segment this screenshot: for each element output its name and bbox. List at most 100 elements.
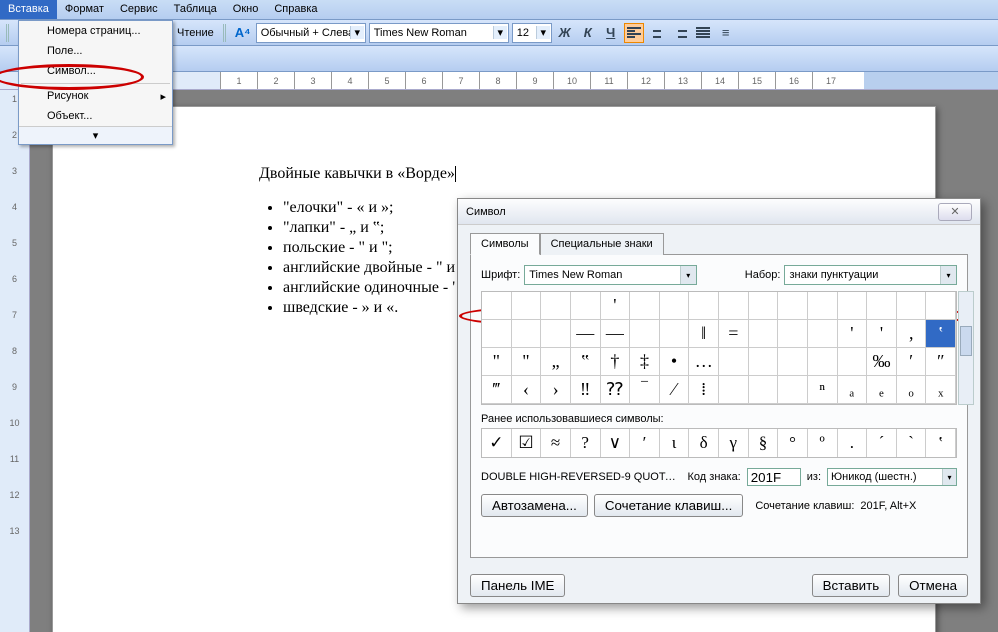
grid-scrollbar[interactable] [958,291,974,405]
symbol-cell[interactable] [541,292,571,320]
symbol-cell[interactable]: ₒ [897,376,927,404]
symbol-cell[interactable]: ‛ [926,320,956,348]
symbol-cell[interactable]: ⁇ [601,376,631,404]
symbol-cell[interactable]: ₑ [867,376,897,404]
symbol-cell[interactable]: • [660,348,690,376]
cancel-button[interactable]: Отмена [898,574,968,597]
autocorrect-button[interactable]: Автозамена... [481,494,588,517]
font-combo[interactable]: Times New Roman▾ [524,265,697,285]
symbol-cell[interactable]: ″ [926,348,956,376]
chevron-down-icon[interactable]: ▾ [536,26,550,39]
align-right-button[interactable] [670,23,690,43]
styles-icon[interactable]: A⁴ [233,23,253,43]
style-combo[interactable]: Обычный + Слева▾ [256,23,366,43]
underline-button[interactable]: Ч [601,23,621,43]
symbol-cell[interactable]: ' [601,292,631,320]
symbol-cell[interactable] [808,348,838,376]
symbol-cell[interactable]: ⁄ [660,376,690,404]
charset-combo[interactable]: знаки пунктуации▾ [784,265,957,285]
symbol-cell[interactable] [749,376,779,404]
symbol-cell[interactable] [571,292,601,320]
symbol-cell[interactable]: ' [867,320,897,348]
insert-button[interactable]: Вставить [812,574,891,597]
symbol-cell[interactable] [838,292,868,320]
menu-picture[interactable]: Рисунок▸ [19,86,172,106]
symbol-cell[interactable]: ₓ [926,376,956,404]
recent-symbol-cell[interactable]: δ [689,429,719,457]
menu-format[interactable]: Формат [57,0,112,19]
symbol-cell[interactable]: — [571,320,601,348]
symbol-cell[interactable]: ′ [897,348,927,376]
recent-symbol-cell[interactable]: º [808,429,838,457]
symbol-cell[interactable] [512,292,542,320]
tab-symbols[interactable]: Символы [470,233,540,255]
symbol-cell[interactable]: ' [838,320,868,348]
symbol-cell[interactable] [482,292,512,320]
align-left-button[interactable] [624,23,644,43]
shortcut-button[interactable]: Сочетание клавиш... [594,494,743,517]
symbol-cell[interactable]: ― [601,320,631,348]
size-combo[interactable]: 12▾ [512,23,552,43]
symbol-cell[interactable] [660,292,690,320]
chevron-down-icon[interactable]: ▾ [680,266,696,284]
symbol-cell[interactable]: = [719,320,749,348]
recent-symbol-cell[interactable]: § [749,429,779,457]
symbol-cell[interactable]: " [482,348,512,376]
symbol-cell[interactable]: … [689,348,719,376]
symbol-cell[interactable] [719,292,749,320]
tab-special-chars[interactable]: Специальные знаки [540,233,664,255]
symbol-cell[interactable] [926,292,956,320]
symbol-cell[interactable]: „ [541,348,571,376]
symbol-cell[interactable]: ⁿ [808,376,838,404]
recent-symbol-cell[interactable]: ≈ [541,429,571,457]
reading-label[interactable]: Чтение [177,27,214,39]
symbol-cell[interactable]: ‼ [571,376,601,404]
menu-symbol[interactable]: Символ... [19,61,172,81]
symbol-cell[interactable] [482,320,512,348]
recent-symbol-cell[interactable]: ° [778,429,808,457]
recent-symbol-cell[interactable]: γ [719,429,749,457]
symbol-cell[interactable] [541,320,571,348]
symbol-cell[interactable] [778,292,808,320]
italic-button[interactable]: К [578,23,598,43]
symbol-cell[interactable] [808,292,838,320]
recent-symbol-cell[interactable]: ? [571,429,601,457]
menu-field[interactable]: Поле... [19,41,172,61]
chevron-down-icon[interactable]: ▾ [350,26,364,39]
symbol-cell[interactable]: ‴ [482,376,512,404]
symbol-cell[interactable]: ‾ [630,376,660,404]
symbol-cell[interactable] [867,292,897,320]
menu-tools[interactable]: Сервис [112,0,166,19]
symbol-cell[interactable]: ‖ [689,320,719,348]
menu-help[interactable]: Справка [266,0,325,19]
symbol-cell[interactable]: ₐ [838,376,868,404]
line-spacing-button[interactable]: ≡ [716,23,736,43]
recent-symbol-cell[interactable]: ∨ [601,429,631,457]
document-title[interactable]: Двойные кавычки в «Ворде» [259,165,935,183]
menu-object[interactable]: Объект... [19,106,172,126]
menu-window[interactable]: Окно [225,0,267,19]
recent-symbol-cell[interactable]: . [838,429,868,457]
symbol-cell[interactable] [778,320,808,348]
symbol-cell[interactable] [689,292,719,320]
bold-button[interactable]: Ж [555,23,575,43]
symbol-cell[interactable]: ⁞ [689,376,719,404]
symbol-cell[interactable] [778,348,808,376]
symbol-cell[interactable]: ‚ [897,320,927,348]
symbol-cell[interactable] [719,376,749,404]
symbol-cell[interactable]: ‡ [630,348,660,376]
symbol-cell[interactable]: ‹ [512,376,542,404]
recent-symbol-cell[interactable]: ι [660,429,690,457]
recent-symbol-cell[interactable]: ´ [867,429,897,457]
symbol-cell[interactable] [512,320,542,348]
font-combo[interactable]: Times New Roman▾ [369,23,509,43]
symbol-cell[interactable] [749,320,779,348]
menu-page-numbers[interactable]: Номера страниц... [19,21,172,41]
toolbar-grip-2[interactable] [223,24,227,42]
symbol-cell[interactable] [808,320,838,348]
menu-table[interactable]: Таблица [166,0,225,19]
chevron-down-icon[interactable]: ▾ [942,469,956,485]
symbol-cell[interactable]: ‟ [571,348,601,376]
symbol-cell[interactable] [749,348,779,376]
menu-expand[interactable]: ▾ [19,126,172,144]
